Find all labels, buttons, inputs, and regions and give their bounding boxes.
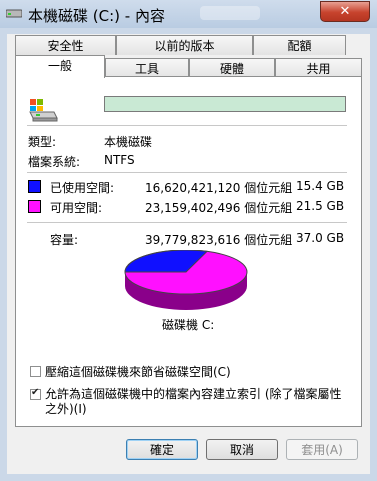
tab-label: 硬體 (219, 62, 244, 76)
free-space-label: 可用空間: (50, 201, 103, 215)
window-title: 本機磁碟 (C:) - 內容 (28, 7, 165, 25)
tab-hardware[interactable]: 硬體 (189, 58, 275, 78)
divider (27, 125, 347, 126)
title-bar: 本機磁碟 (C:) - 內容 ✕ (0, 0, 377, 28)
tab-quota[interactable]: 配額 (253, 35, 346, 55)
compress-label[interactable]: 壓縮這個磁碟機來節省磁碟空間(C) (45, 363, 231, 380)
capacity-label: 容量: (50, 233, 79, 247)
tab-security[interactable]: 安全性 (15, 35, 116, 55)
tab-general[interactable]: 一般 (15, 55, 105, 78)
volume-name-input[interactable] (104, 96, 346, 112)
cancel-button[interactable]: 取消 (206, 439, 278, 460)
tab-label: 一般 (47, 59, 72, 73)
used-space-label: 已使用空間: (50, 181, 115, 195)
divider (27, 222, 347, 223)
used-space-bytes: 16,620,421,120 個位元組 (145, 181, 293, 195)
tab-label: 共用 (306, 62, 331, 76)
free-space-bytes: 23,159,402,496 個位元組 (145, 201, 293, 215)
title-glass-blur (200, 6, 260, 20)
index-checkbox[interactable] (30, 387, 41, 400)
free-space-swatch (28, 200, 41, 213)
tab-tools[interactable]: 工具 (105, 58, 189, 78)
tab-label: 以前的版本 (154, 39, 215, 53)
drive-icon (6, 9, 22, 18)
tab-sharing[interactable]: 共用 (275, 58, 362, 78)
index-label-line1[interactable]: 允許為這個磁碟機中的檔案內容建立索引 (除了檔案屬性 (45, 385, 342, 402)
ok-button[interactable]: 確定 (126, 439, 198, 460)
type-label: 類型: (28, 135, 57, 149)
tab-label: 配額 (287, 39, 312, 53)
divider (27, 172, 347, 173)
drive-label: 磁碟機 C: (162, 318, 215, 332)
free-space-size: 21.5 GB (296, 199, 345, 213)
tab-label: 工具 (134, 62, 159, 76)
filesystem-label: 檔案系統: (28, 155, 81, 169)
capacity-bytes: 39,779,823,616 個位元組 (145, 233, 293, 247)
tab-label: 安全性 (47, 39, 84, 53)
apply-button[interactable]: 套用(A) (286, 439, 358, 460)
disk-usage-pie (124, 250, 248, 310)
used-space-size: 15.4 GB (296, 179, 345, 193)
used-space-swatch (28, 180, 41, 193)
filesystem-value: NTFS (104, 153, 135, 167)
capacity-size: 37.0 GB (296, 231, 345, 245)
compress-checkbox[interactable] (30, 366, 41, 377)
index-label-line2[interactable]: 之外)(I) (45, 400, 87, 417)
hard-drive-icon (29, 99, 58, 122)
tab-previous-versions[interactable]: 以前的版本 (116, 35, 253, 55)
close-button[interactable]: ✕ (320, 1, 370, 22)
type-value: 本機磁碟 (104, 135, 153, 149)
